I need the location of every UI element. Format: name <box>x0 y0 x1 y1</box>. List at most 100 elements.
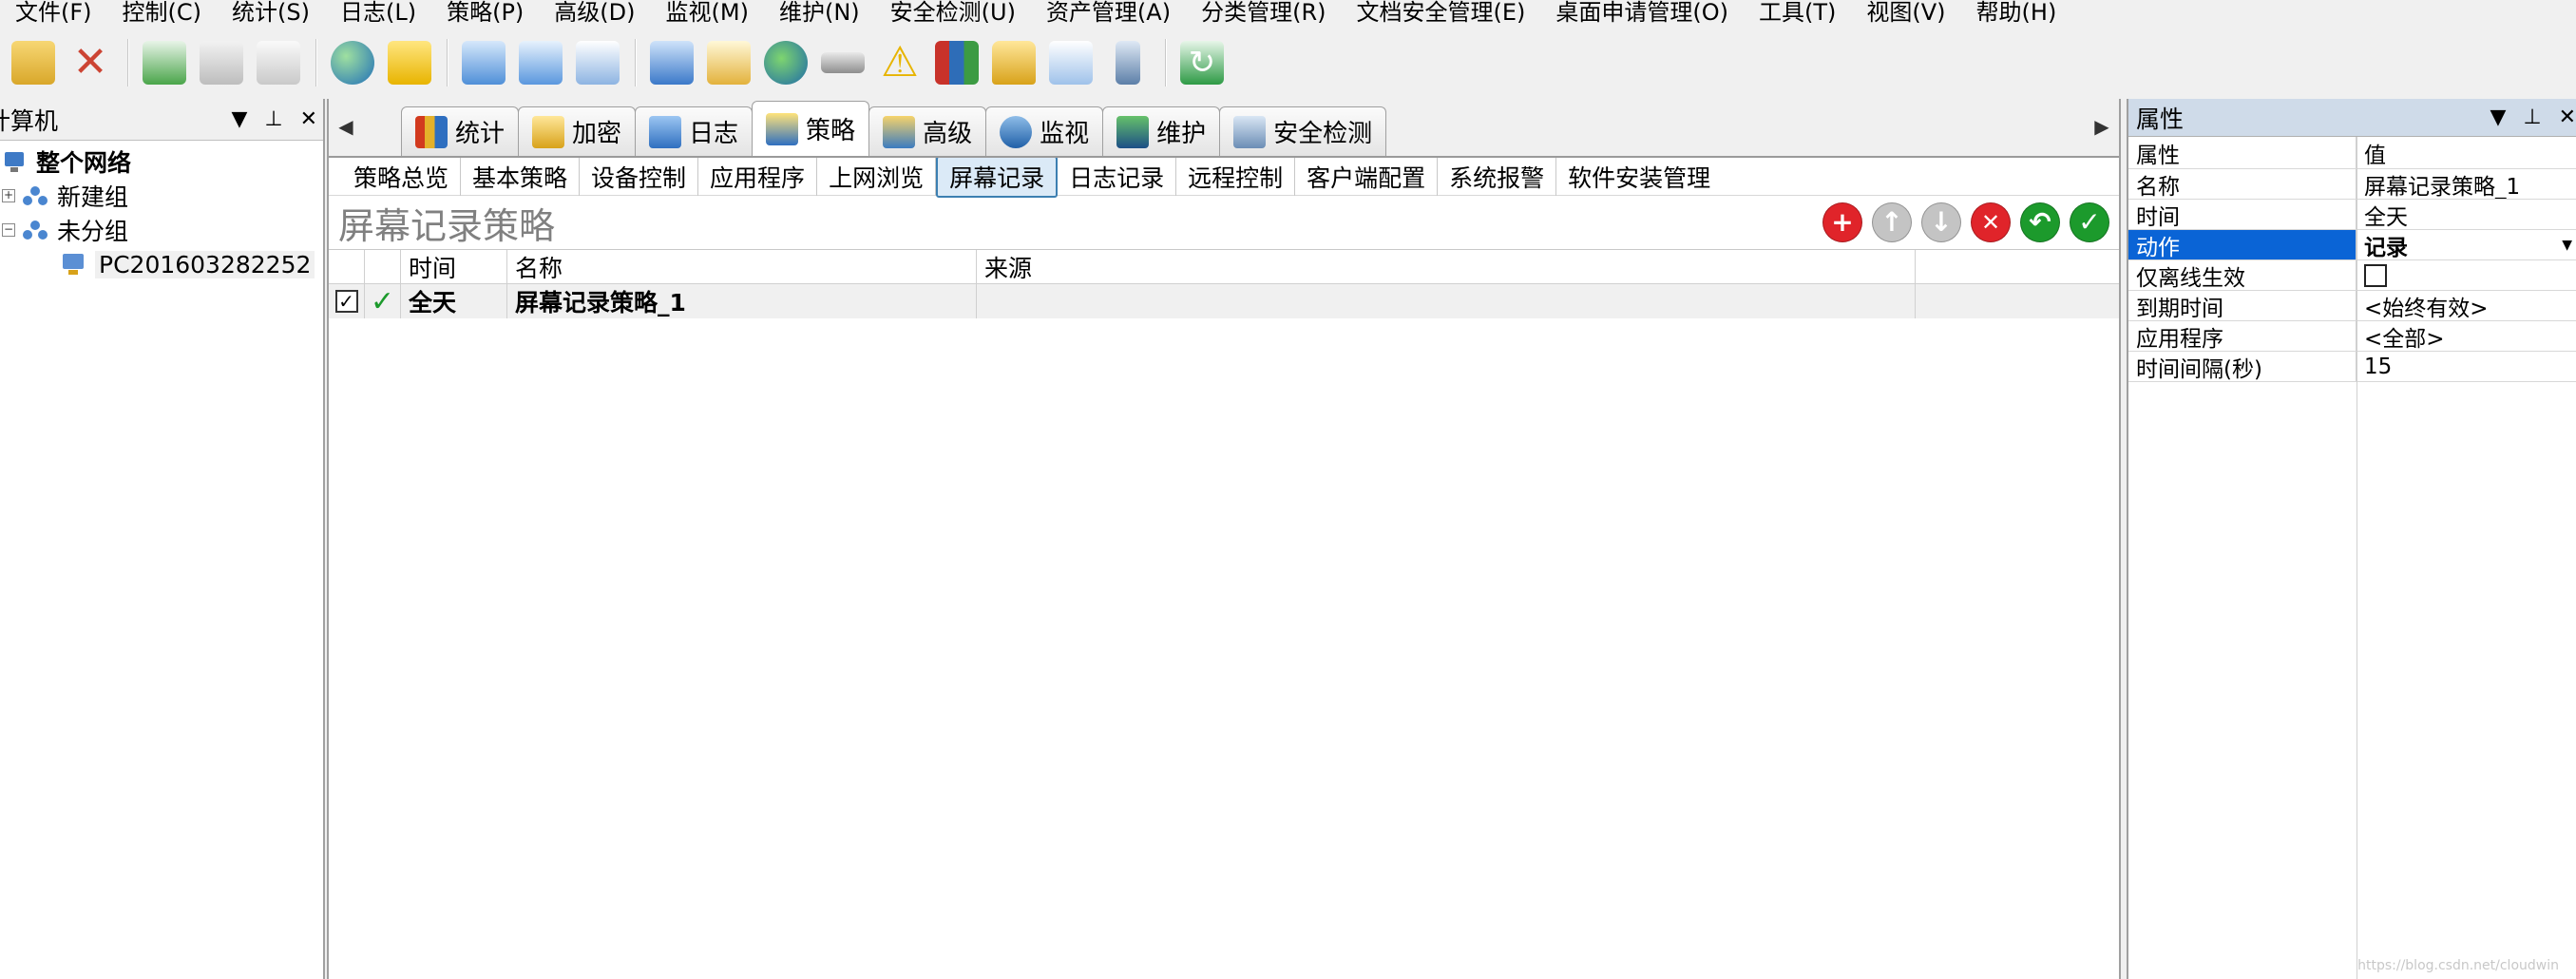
collapse-icon[interactable]: − <box>2 223 15 237</box>
property-value[interactable]: <全部> <box>2357 321 2576 352</box>
tab-scroll-left-icon[interactable]: ◀ <box>329 97 363 156</box>
menu-maintenance[interactable]: 维护(N) <box>764 0 875 27</box>
note-button[interactable] <box>382 35 437 90</box>
tab-encryption[interactable]: 加密 <box>518 106 637 156</box>
panel-dropdown-icon[interactable]: ▼ <box>231 107 247 131</box>
property-row-name[interactable]: 名称 屏幕记录策略_1 <box>2128 169 2576 200</box>
tab-security-check[interactable]: 安全检测 <box>1219 106 1387 156</box>
column-header-time[interactable]: 时间 <box>401 250 507 283</box>
tree-item-entire-network[interactable]: 整个网络 <box>0 144 323 179</box>
subnav-system-alarm[interactable]: 系统报警 <box>1438 157 1557 196</box>
menu-asset-management[interactable]: 资产管理(A) <box>1031 0 1186 27</box>
delete-icon: ✕ <box>72 38 108 86</box>
tree-item-ungrouped[interactable]: − 未分组 <box>0 213 323 247</box>
menu-statistics[interactable]: 统计(S) <box>217 0 325 27</box>
table-row[interactable]: ✓ ✓ 全天 屏幕记录策略_1 <box>329 284 2119 318</box>
lock-button[interactable] <box>986 35 1041 90</box>
menu-log[interactable]: 日志(L) <box>325 0 431 27</box>
menu-file[interactable]: 文件(F) <box>0 0 107 27</box>
column-header-source[interactable]: 来源 <box>977 250 1916 283</box>
delete-button[interactable]: ✕ <box>1971 202 2011 242</box>
move-down-button[interactable]: ↓ <box>1921 202 1961 242</box>
undo-button[interactable]: ↶ <box>2020 202 2060 242</box>
property-row-time[interactable]: 时间 全天 <box>2128 200 2576 230</box>
search-window-button[interactable] <box>513 35 568 90</box>
chart-book-button[interactable] <box>929 35 984 90</box>
property-row-expiry[interactable]: 到期时间 <始终有效> <box>2128 291 2576 321</box>
pin-icon[interactable]: ⊥ <box>264 107 282 131</box>
document-view-button[interactable] <box>570 35 625 90</box>
menu-desktop-request[interactable]: 桌面申请管理(O) <box>1540 0 1744 27</box>
network-computer-button[interactable] <box>644 35 699 90</box>
tab-monitor[interactable]: 监视 <box>985 106 1104 156</box>
subnav-basic-policy[interactable]: 基本策略 <box>461 157 581 196</box>
property-row-application[interactable]: 应用程序 <全部> <box>2128 321 2576 352</box>
row-checkbox[interactable]: ✓ <box>334 290 358 313</box>
subnav-device-control[interactable]: 设备控制 <box>580 157 699 196</box>
property-value[interactable]: <始终有效> <box>2357 291 2576 321</box>
property-value[interactable]: 屏幕记录策略_1 <box>2357 169 2576 200</box>
pin-icon[interactable]: ⊥ <box>2523 106 2541 129</box>
menu-category-management[interactable]: 分类管理(R) <box>1186 0 1341 27</box>
close-icon[interactable]: ✕ <box>2559 106 2576 129</box>
refresh-button[interactable]: ↻ <box>1174 35 1230 90</box>
open-folder-button[interactable] <box>6 35 61 90</box>
property-row-offline-only[interactable]: 仅离线生效 <box>2128 260 2576 291</box>
panel-dropdown-icon[interactable]: ▼ <box>2490 106 2506 129</box>
tab-policy[interactable]: 策略 <box>752 101 870 156</box>
tab-statistics[interactable]: 统计 <box>401 106 520 156</box>
refresh-icon: ↻ <box>1180 41 1224 85</box>
row-name: 屏幕记录策略_1 <box>507 284 977 318</box>
menu-policy[interactable]: 策略(P) <box>431 0 539 27</box>
copy-pages-button[interactable] <box>456 35 511 90</box>
tab-maintenance[interactable]: 维护 <box>1102 106 1221 156</box>
tab-scroll-right-icon[interactable]: ▶ <box>2085 97 2119 156</box>
menu-security-check[interactable]: 安全检测(U) <box>875 0 1031 27</box>
chevron-down-icon[interactable]: ▼ <box>2562 238 2572 253</box>
drive-button[interactable] <box>815 35 870 90</box>
menu-help[interactable]: 帮助(H) <box>1961 0 2072 27</box>
log-window-button[interactable] <box>701 35 756 90</box>
tab-log[interactable]: 日志 <box>635 106 754 156</box>
subnav-log-recording[interactable]: 日志记录 <box>1058 157 1177 196</box>
property-row-interval[interactable]: 时间间隔(秒) 15 <box>2128 352 2576 382</box>
add-button[interactable]: + <box>1822 202 1862 242</box>
menu-view[interactable]: 视图(V) <box>1851 0 1960 27</box>
tree-item-new-group[interactable]: + 新建组 <box>0 179 323 213</box>
offline-only-checkbox[interactable] <box>2364 263 2387 287</box>
menu-control[interactable]: 控制(C) <box>107 0 217 27</box>
subnav-client-config[interactable]: 客户端配置 <box>1295 157 1439 196</box>
internet-explorer-button[interactable] <box>758 35 813 90</box>
delete-button[interactable]: ✕ <box>63 35 118 90</box>
apply-button[interactable]: ✓ <box>2070 202 2109 242</box>
expand-icon[interactable]: + <box>2 189 15 202</box>
tab-advanced[interactable]: 高级 <box>868 106 987 156</box>
move-up-button[interactable]: ↑ <box>1872 202 1912 242</box>
menu-monitor[interactable]: 监视(M) <box>651 0 764 27</box>
subnav-software-install[interactable]: 软件安装管理 <box>1556 158 1722 196</box>
property-action-select[interactable]: 记录 ▼ <box>2357 230 2576 260</box>
subnav-policy-overview[interactable]: 策略总览 <box>342 157 462 196</box>
import-button[interactable] <box>137 35 192 90</box>
subnav-screen-recording[interactable]: 屏幕记录 <box>936 155 1059 198</box>
mobile-device-button[interactable] <box>1100 35 1155 90</box>
drive-icon <box>821 52 865 73</box>
warning-button[interactable]: ⚠ <box>872 35 927 90</box>
print-preview-button[interactable] <box>251 35 306 90</box>
property-row-action[interactable]: 动作 记录 ▼ <box>2128 230 2576 260</box>
menu-advanced[interactable]: 高级(D) <box>539 0 650 27</box>
column-header-name[interactable]: 名称 <box>507 250 977 283</box>
subnav-application[interactable]: 应用程序 <box>698 157 818 196</box>
property-value[interactable]: 全天 <box>2357 200 2576 230</box>
menu-document-security[interactable]: 文档安全管理(E) <box>1342 0 1541 27</box>
close-icon[interactable]: ✕ <box>300 107 317 131</box>
edit-note-button[interactable] <box>1043 35 1098 90</box>
property-value[interactable]: 15 <box>2357 352 2576 381</box>
print-button[interactable] <box>194 35 249 90</box>
tree-item-label: 整个网络 <box>36 149 132 177</box>
subnav-web-browsing[interactable]: 上网浏览 <box>817 157 937 196</box>
globe-mouse-button[interactable] <box>325 35 380 90</box>
subnav-remote-control[interactable]: 远程控制 <box>1176 157 1296 196</box>
menu-tools[interactable]: 工具(T) <box>1744 0 1851 27</box>
tree-item-computer[interactable]: PC201603282252 <box>0 247 323 281</box>
